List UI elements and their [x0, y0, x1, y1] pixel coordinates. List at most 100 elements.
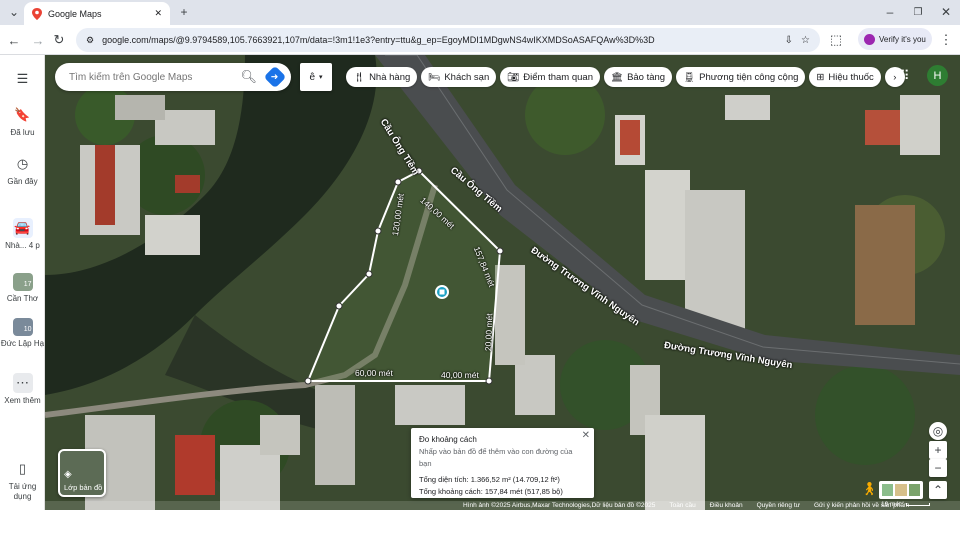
chip-label: Phương tiện công cộng [699, 71, 799, 83]
sidebar-item-saved[interactable]: 🔖 Đã lưu [0, 105, 45, 138]
tile-thumb [895, 484, 907, 496]
url-text[interactable]: google.com/maps/@9.9794589,105.7663921,1… [102, 35, 777, 45]
tab-search-icon[interactable]: ⌄ [6, 4, 22, 20]
museum-icon: 🏛︎ [611, 71, 624, 83]
zoom-in-button[interactable]: + [929, 441, 947, 459]
browser-tab-maps[interactable]: Google Maps ✕ [24, 2, 170, 25]
attribution-link[interactable]: Điều khoản [710, 502, 743, 509]
zoom-out-button[interactable]: − [929, 459, 947, 477]
history-icon: ◷ [16, 156, 29, 171]
back-icon[interactable]: ← [6, 32, 22, 48]
phone-icon: ▯ [18, 461, 27, 476]
chip-attractions[interactable]: 📷︎ Điểm tham quan [500, 67, 600, 87]
map-canvas[interactable]: Cầu Ông Tiềm Cầu Ông Tiềm Đường Trương V… [45, 55, 960, 510]
sidebar-item-label: Xem thêm [4, 396, 41, 405]
layers-icon: ◈ [64, 469, 72, 480]
chip-restaurants[interactable]: 🍴︎ Nhà hàng [346, 67, 418, 87]
map-type-tiles[interactable] [879, 481, 923, 499]
camera-icon: 📷︎ [507, 71, 520, 83]
total-distance: Tổng khoảng cách: 157,84 mét (517,85 bộ) [419, 487, 563, 496]
directions-icon[interactable]: ➜ [263, 65, 287, 89]
chevron-right-icon: › [893, 71, 897, 83]
site-info-icon[interactable]: ⚙ [86, 35, 94, 46]
bookmark-star-icon[interactable]: ☆ [801, 35, 810, 46]
place-thumbnail: 17 [12, 273, 33, 291]
pharmacy-icon: ⊞ [816, 71, 825, 83]
measure-label: 20,00 mét [483, 313, 495, 352]
extensions-icon[interactable]: ⬚ [828, 32, 844, 48]
chip-pharmacies[interactable]: ⊞ Hiệu thuốc [809, 67, 881, 87]
chip-label: Bảo tàng [627, 71, 666, 83]
maps-sidebar: ☰ 🔖 Đã lưu ◷ Gần đây 🚘 Nhà... 4 p 17 Cần… [0, 55, 45, 510]
avatar[interactable]: H [927, 65, 948, 86]
chip-label: Điểm tham quan [523, 71, 593, 83]
browser-tab-bar: ⌄ Google Maps ✕ + – ❐ ✕ [0, 0, 960, 25]
new-tab-button[interactable]: + [176, 4, 192, 20]
sidebar-item-label: Đức Lập Hạ [0, 339, 45, 348]
input-tools-button[interactable]: ê ▾ [300, 63, 332, 91]
more-icon: ⋯ [12, 373, 33, 393]
verify-label: Verify it's you [879, 34, 926, 44]
hamburger-icon: ☰ [16, 71, 29, 86]
place-thumbnail: 10 [12, 318, 33, 336]
layers-label: Lớp bản đồ [64, 483, 103, 492]
tile-thumb [908, 484, 920, 496]
close-icon[interactable]: ✕ [582, 430, 590, 442]
attribution-link[interactable]: Toàn cầu [669, 502, 695, 509]
sidebar-item-can-tho[interactable]: 17 Cần Thơ [0, 273, 45, 304]
tile-thumb [882, 484, 894, 496]
sidebar-item-label: Gần đây [7, 177, 38, 186]
pegman-icon[interactable]: 🚶︎ [861, 481, 878, 499]
attribution-bar: Hình ảnh ©2025 Airbus,Maxar Technologies… [45, 501, 960, 510]
tab-title: Google Maps [48, 8, 102, 19]
chip-museums[interactable]: 🏛︎ Bảo tàng [604, 67, 673, 87]
restaurant-icon: 🍴︎ [353, 71, 366, 83]
total-area: Tổng diện tích: 1.366,52 m² (14.709,12 f… [419, 475, 560, 484]
chip-transit[interactable]: 🚆︎ Phương tiện công cộng [676, 67, 806, 87]
forward-icon[interactable]: → [30, 32, 46, 48]
bookmark-icon: 🔖 [14, 107, 31, 122]
imagery-credit: Hình ảnh ©2025 Airbus,Maxar Technologies… [463, 502, 656, 509]
maps-favicon-icon [32, 7, 42, 20]
close-tab-icon[interactable]: ✕ [154, 8, 162, 19]
chip-label: Hiệu thuốc [828, 71, 874, 83]
menu-button[interactable]: ☰ [0, 69, 45, 92]
apps-grid-icon[interactable]: ⠿ [900, 68, 916, 84]
maximize-icon[interactable]: ❐ [910, 4, 926, 20]
search-icon[interactable]: 🔍︎ [240, 69, 257, 85]
chip-label: Khách sạn [444, 71, 490, 83]
measure-label: 60,00 mét [355, 368, 393, 378]
search-input[interactable] [69, 71, 231, 83]
measure-label: 40,00 mét [441, 370, 479, 380]
measure-card-hint: Nhấp vào bản đồ để thêm vào con đường củ… [419, 447, 573, 468]
omnibox[interactable]: ⚙ google.com/maps/@9.9794589,105.7663921… [76, 28, 820, 52]
close-window-icon[interactable]: ✕ [938, 4, 954, 20]
scale-line [905, 503, 930, 506]
transit-icon: 🚆︎ [683, 71, 696, 83]
car-icon: 🚘 [12, 218, 33, 238]
sidebar-item-recent[interactable]: ◷ Gần đây [0, 154, 45, 187]
my-location-icon[interactable]: ◎ [929, 422, 947, 440]
reload-icon[interactable]: ↻ [51, 32, 67, 48]
measure-distance-card: ✕ Đo khoảng cách Nhấp vào bản đồ để thêm… [411, 428, 594, 498]
scale-bar[interactable]: 10 mét [881, 501, 941, 509]
attribution-link[interactable]: Quyền riêng tư [757, 502, 800, 509]
chrome-menu-icon[interactable]: ⋮ [938, 32, 954, 48]
sidebar-item-label: Cần Thơ [6, 294, 39, 303]
expand-up-icon[interactable]: ⌃ [929, 481, 947, 499]
sidebar-item-home[interactable]: 🚘 Nhà... 4 p [0, 218, 45, 251]
sidebar-item-duc-lap-ha[interactable]: 10 Đức Lập Hạ [0, 318, 45, 349]
install-app-icon[interactable]: ⇩ [785, 35, 793, 46]
minimize-icon[interactable]: – [882, 4, 898, 20]
sidebar-item-more[interactable]: ⋯ Xem thêm [0, 373, 45, 406]
layers-button[interactable]: ◈ Lớp bản đồ [58, 449, 106, 497]
scale-label: 10 mét [881, 501, 901, 508]
sidebar-item-get-app[interactable]: ▯ Tải ứng dụng [0, 459, 45, 502]
search-box: 🔍︎ ➜ [55, 63, 291, 91]
sidebar-item-label: Đã lưu [10, 128, 35, 137]
address-bar: ← → ↻ ⚙ google.com/maps/@9.9794589,105.7… [0, 25, 960, 55]
verify-button[interactable]: Verify it's you [858, 28, 932, 50]
input-tools-label: ê [309, 71, 316, 83]
chip-hotels[interactable]: 🛏︎ Khách sạn [421, 67, 497, 87]
measure-card-title: Đo khoảng cách [419, 435, 477, 444]
